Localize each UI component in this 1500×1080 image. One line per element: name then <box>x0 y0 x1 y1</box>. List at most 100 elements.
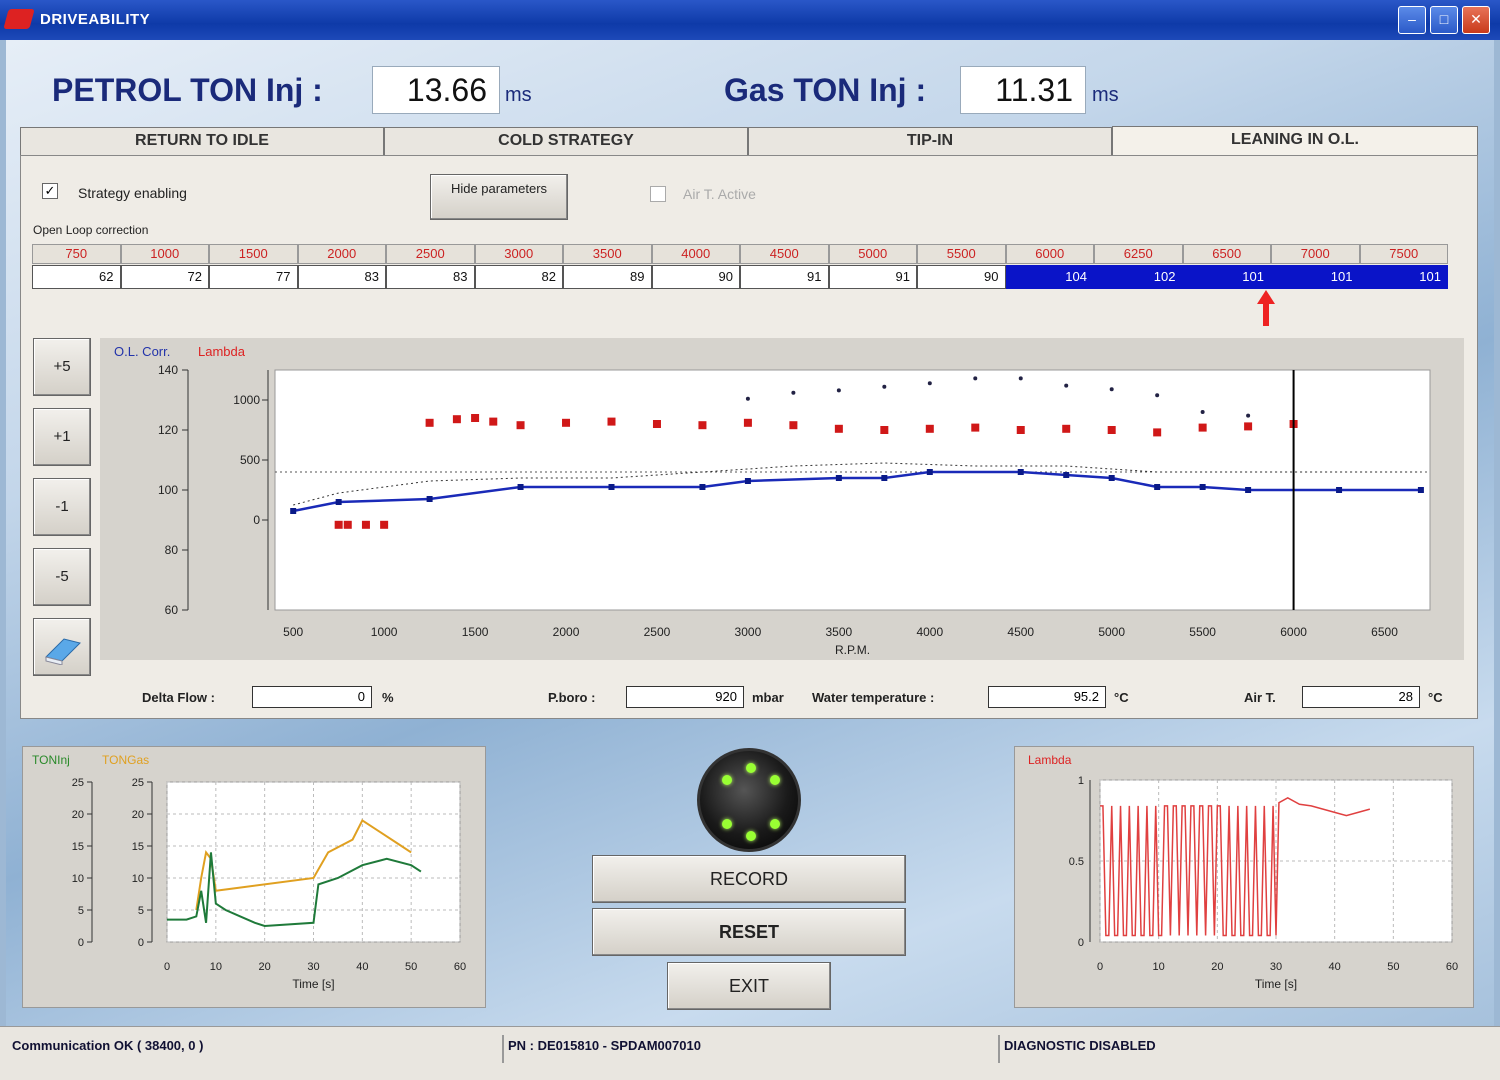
delta-flow-unit: % <box>382 690 394 705</box>
lambda-chart: Lambda 1 0.5 0 0 10 20 30 40 50 60 Time [s] <box>1028 753 1458 991</box>
pboro-field[interactable]: 920 <box>626 686 744 708</box>
correction-cell[interactable]: 62 <box>32 265 121 289</box>
x-tick: 60 <box>454 961 466 973</box>
app-logo <box>3 9 35 29</box>
correction-cell[interactable]: 90 <box>651 265 740 289</box>
y-tick: 10 <box>132 873 144 885</box>
ol-corr-point <box>835 475 842 481</box>
x-tick: 0 <box>1097 961 1103 973</box>
correction-cell[interactable]: 101 <box>1359 265 1448 289</box>
eraser-icon <box>45 638 81 666</box>
open-loop-label: Open Loop correction <box>33 223 149 237</box>
minus-1-button[interactable]: -1 <box>33 478 91 536</box>
rpm-header-cell: 750 <box>32 244 121 264</box>
y-left-tick: 80 <box>165 543 179 557</box>
rpm-header-cell: 4000 <box>651 244 740 264</box>
lambda-dot <box>1155 393 1160 398</box>
reset-button[interactable]: RESET <box>592 908 906 956</box>
petrol-ton-label: PETROL TON Inj : <box>52 72 323 108</box>
lambda-point <box>971 423 980 432</box>
water-temp-label: Water temperature : <box>812 690 935 705</box>
correction-cell[interactable]: 82 <box>474 265 563 289</box>
pboro-unit: mbar <box>752 690 784 705</box>
correction-cell[interactable]: 101 <box>1271 265 1360 289</box>
lambda-point <box>743 418 752 427</box>
tab-cold-strategy[interactable]: COLD STRATEGY <box>384 127 748 155</box>
correction-cell[interactable]: 91 <box>740 265 829 289</box>
lambda-point <box>789 421 798 430</box>
correction-cell[interactable]: 83 <box>297 265 386 289</box>
lambda-point <box>652 420 661 428</box>
rpm-header-cell: 1500 <box>209 244 298 264</box>
plus-1-button[interactable]: +1 <box>33 408 91 466</box>
y-tick: 15 <box>132 841 144 853</box>
rpm-header-cell: 3500 <box>563 244 652 264</box>
correction-cell[interactable]: 77 <box>209 265 298 289</box>
lambda-dot <box>882 384 887 389</box>
ol-corr-point <box>1154 484 1161 490</box>
correction-cell[interactable]: 102 <box>1094 265 1183 289</box>
water-temp-field[interactable]: 95.2 <box>988 686 1106 708</box>
legend-lambda: Lambda <box>198 344 246 359</box>
lambda-point <box>1062 424 1071 433</box>
correction-cell[interactable]: 89 <box>563 265 652 289</box>
tab-tip-in[interactable]: TIP-IN <box>748 127 1112 155</box>
correction-cell[interactable]: 83 <box>386 265 475 289</box>
lambda-point <box>562 418 571 427</box>
rpm-header-cell: 5500 <box>917 244 1006 264</box>
lambda-point <box>1153 428 1162 437</box>
air-t-active-label: Air T. Active <box>683 186 756 202</box>
minus-5-button[interactable]: -5 <box>33 548 91 606</box>
lambda-point <box>516 421 525 430</box>
exit-button[interactable]: EXIT <box>667 962 831 1010</box>
plus-5-button[interactable]: +5 <box>33 338 91 396</box>
x-tick: 2500 <box>644 625 671 639</box>
minimize-icon[interactable]: – <box>1398 6 1426 34</box>
lambda-dot <box>836 388 841 393</box>
rpm-header-cell: 2500 <box>386 244 475 264</box>
lambda-point <box>607 417 616 426</box>
lambda-dot <box>927 381 932 386</box>
tab-leaning-in-ol[interactable]: LEANING IN O.L. <box>1112 126 1478 156</box>
ol-corr-point <box>1336 487 1343 493</box>
y-tick: 20 <box>132 809 144 821</box>
delta-flow-field[interactable]: 0 <box>252 686 372 708</box>
ol-corr-point <box>1199 484 1206 490</box>
x-tick: 6000 <box>1280 625 1307 639</box>
gas-ton-label: Gas TON Inj : <box>724 72 927 108</box>
x-axis-label: Time [s] <box>292 977 334 991</box>
rpm-header-cell: 3000 <box>474 244 563 264</box>
ol-corr-point <box>1245 487 1252 493</box>
correction-cell[interactable]: 90 <box>917 265 1006 289</box>
correction-cell[interactable]: 101 <box>1182 265 1271 289</box>
x-tick: 1500 <box>462 625 489 639</box>
air-t-field[interactable]: 28 <box>1302 686 1420 708</box>
x-tick: 500 <box>283 625 303 639</box>
ol-corr-point <box>1417 487 1424 493</box>
y-left-tick: 120 <box>158 423 178 437</box>
rpm-header-cell: 6500 <box>1182 244 1271 264</box>
lambda-dot <box>1064 383 1069 388</box>
correction-cell[interactable]: 72 <box>120 265 209 289</box>
lambda-point <box>1244 422 1253 431</box>
maximize-icon[interactable]: □ <box>1430 6 1458 34</box>
x-tick: 2000 <box>553 625 580 639</box>
delta-flow-label: Delta Flow : <box>142 690 215 705</box>
x-tick: 4000 <box>916 625 943 639</box>
tab-return-to-idle[interactable]: RETURN TO IDLE <box>20 127 384 155</box>
correction-cell[interactable]: 91 <box>828 265 917 289</box>
main-chart: O.L. Corr. Lambda140120100806010005000500… <box>114 344 1431 657</box>
rpm-header-row: 750 1000 1500 2000 2500 3000 3500 4000 4500 5000 5… <box>32 244 1448 264</box>
record-button[interactable]: RECORD <box>592 855 906 903</box>
air-t-active-checkbox[interactable] <box>650 186 666 202</box>
eraser-button[interactable] <box>33 618 91 676</box>
diagnostic-status: DIAGNOSTIC DISABLED <box>998 1035 1492 1063</box>
y-left-tick: 100 <box>158 483 178 497</box>
correction-cell[interactable]: 104 <box>1005 265 1094 289</box>
close-icon[interactable]: ✕ <box>1462 6 1490 34</box>
lambda-point <box>834 424 843 433</box>
x-tick: 30 <box>307 961 319 973</box>
strategy-enabling-checkbox[interactable]: ✓ <box>42 183 58 199</box>
hide-parameters-button[interactable]: Hide parameters <box>430 174 568 220</box>
strategy-enabling-label: Strategy enabling <box>78 185 187 201</box>
